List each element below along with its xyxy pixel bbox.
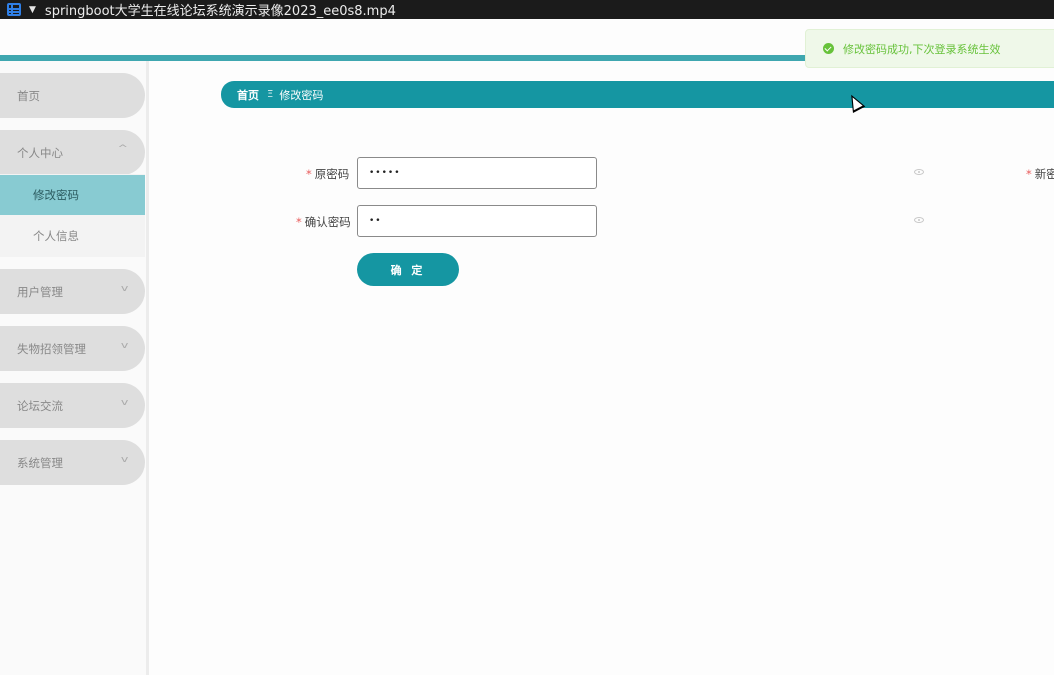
submenu-item-label: 个人信息 [33, 229, 79, 243]
confirm-password-input[interactable]: •• [357, 205, 597, 237]
player-title-bar: ▼ springboot大学生在线论坛系统演示录像2023_ee0s8.mp4 [0, 0, 1054, 19]
menu-home-label: 首页 [17, 88, 40, 103]
old-password-label: * 原密码 [306, 166, 349, 182]
old-password-input[interactable]: ••••• [357, 157, 597, 189]
toast-message: 修改密码成功,下次登录系统生效 [843, 42, 1001, 56]
menu-label: 系统管理 [17, 455, 63, 470]
menu-lost-found-management[interactable]: 失物招领管理 v [0, 326, 145, 371]
breadcrumb-current: 修改密码 [279, 88, 324, 102]
chevron-down-icon: v [120, 398, 129, 408]
confirm-button[interactable]: 确 定 [357, 253, 459, 286]
chevron-down-icon: v [120, 341, 129, 351]
confirm-password-label-text: 确认密码 [304, 215, 351, 229]
new-password-label-text: 新密码 [1034, 167, 1054, 181]
submenu-item-change-password[interactable]: 修改密码 [0, 175, 145, 215]
menu-home[interactable]: 首页 [0, 73, 145, 118]
submenu-item-label: 修改密码 [33, 188, 79, 202]
breadcrumb-home[interactable]: 首页 [237, 87, 259, 103]
chevron-up-icon: ^ [117, 144, 129, 154]
breadcrumb: 首页 Ξ 修改密码 [221, 81, 1054, 108]
success-toast: 修改密码成功,下次登录系统生效 [805, 29, 1054, 68]
breadcrumb-separator: Ξ [267, 89, 274, 100]
required-mark: * [1026, 167, 1032, 181]
caret-down-icon[interactable]: ▼ [29, 5, 36, 15]
menu-personal-center-label: 个人中心 [17, 145, 63, 160]
chevron-down-icon: v [120, 455, 129, 465]
confirm-password-label: * 确认密码 [296, 214, 351, 230]
menu-label: 用户管理 [17, 284, 63, 299]
menu-user-management[interactable]: 用户管理 v [0, 269, 145, 314]
eye-icon[interactable] [914, 169, 924, 175]
check-circle-icon [823, 43, 834, 54]
required-mark: * [296, 215, 302, 229]
film-icon[interactable] [7, 3, 21, 16]
menu-personal-center[interactable]: 个人中心 ^ [0, 130, 145, 175]
chevron-down-icon: v [120, 284, 129, 294]
video-title: springboot大学生在线论坛系统演示录像2023_ee0s8.mp4 [44, 4, 396, 19]
menu-forum[interactable]: 论坛交流 v [0, 383, 145, 428]
old-password-value: ••••• [369, 168, 401, 178]
required-mark: * [306, 167, 312, 181]
old-password-label-text: 原密码 [314, 167, 350, 181]
submenu-item-personal-info[interactable]: 个人信息 [0, 216, 145, 256]
confirm-password-value: •• [369, 216, 382, 226]
eye-icon[interactable] [914, 217, 924, 223]
menu-label: 失物招领管理 [17, 341, 86, 356]
sidebar: 首页 个人中心 ^ 修改密码 个人信息 用户管理 v 失物招领管理 v 论坛交流… [0, 61, 149, 675]
menu-system-management[interactable]: 系统管理 v [0, 440, 145, 485]
new-password-label: *新密码 [1026, 166, 1054, 182]
menu-label: 论坛交流 [17, 398, 63, 413]
